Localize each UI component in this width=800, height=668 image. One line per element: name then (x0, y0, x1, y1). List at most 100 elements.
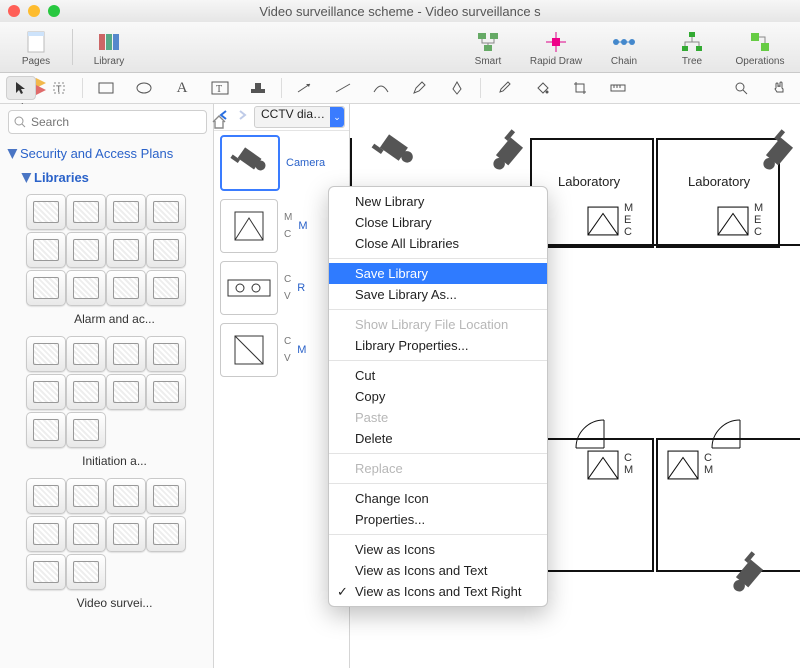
library-thumb[interactable] (106, 232, 146, 268)
library-thumb[interactable] (26, 336, 66, 372)
stencil-dropdown[interactable]: CCTV diagr...⌄ (254, 106, 345, 128)
stencil-row[interactable]: Camera (214, 131, 349, 195)
library-thumb[interactable] (146, 232, 186, 268)
operations-button[interactable]: Operations (726, 24, 794, 70)
library-thumb[interactable] (66, 478, 106, 514)
menu-item-library-properties[interactable]: Library Properties... (329, 335, 547, 356)
text-cursor-tool[interactable]: T (44, 76, 74, 100)
textbox-tool[interactable]: T (205, 76, 235, 100)
library-group[interactable]: Video survei... (0, 478, 213, 620)
library-group[interactable]: Alarm and ac... (0, 194, 213, 336)
library-group[interactable]: Initiation a... (0, 336, 213, 478)
left-sidebar: ▶Security and Access Plans ▶Libraries Al… (0, 104, 214, 668)
rect-tool[interactable] (91, 76, 121, 100)
measure-tool[interactable] (603, 76, 633, 100)
library-context-menu: New Library Close Library Close All Librar… (328, 186, 548, 607)
line-tool[interactable] (328, 76, 358, 100)
menu-item-properties[interactable]: Properties... (329, 509, 547, 530)
menu-item-close-all-libraries[interactable]: Close All Libraries (329, 233, 547, 254)
library-thumb[interactable] (66, 232, 106, 268)
stamp-tool[interactable] (243, 76, 273, 100)
chain-button[interactable]: Chain (590, 24, 658, 70)
library-thumb[interactable] (26, 270, 66, 306)
menu-item-view-as-icons[interactable]: View as Icons (329, 539, 547, 560)
library-thumb[interactable] (26, 374, 66, 410)
library-thumb[interactable] (26, 478, 66, 514)
library-thumb[interactable] (106, 194, 146, 230)
library-thumb[interactable] (146, 516, 186, 552)
library-thumb[interactable] (106, 478, 146, 514)
library-thumb[interactable] (66, 412, 106, 448)
library-thumb[interactable] (146, 194, 186, 230)
menu-item-label: Close Library (355, 215, 432, 230)
menu-item-cut[interactable]: Cut (329, 365, 547, 386)
library-thumb[interactable] (26, 516, 66, 552)
nav-fwd-button[interactable] (236, 109, 252, 125)
menu-item-view-as-icons-and-text[interactable]: View as Icons and Text (329, 560, 547, 581)
library-thumb[interactable] (146, 374, 186, 410)
stencil-multiplex[interactable] (220, 323, 278, 377)
text-tool[interactable]: A (167, 76, 197, 100)
ellipse-tool[interactable] (129, 76, 159, 100)
library-thumb[interactable] (66, 374, 106, 410)
library-thumb[interactable] (26, 232, 66, 268)
library-thumb[interactable] (26, 412, 66, 448)
pen-tool[interactable] (442, 76, 472, 100)
library-thumb[interactable] (106, 516, 146, 552)
stencil-recorder[interactable] (220, 261, 278, 315)
library-thumb[interactable] (66, 336, 106, 372)
eyedropper-tool[interactable] (489, 76, 519, 100)
zoom-window-button[interactable] (48, 5, 60, 17)
arrow-tool[interactable] (290, 76, 320, 100)
stencil-camera[interactable] (220, 135, 280, 191)
tree-libraries[interactable]: ▶Libraries (0, 168, 213, 194)
library-thumb[interactable] (66, 554, 106, 590)
menu-item-label: Properties... (355, 512, 425, 527)
tree-button[interactable]: Tree (658, 24, 726, 70)
home-button[interactable] (211, 111, 227, 133)
menu-item-new-library[interactable]: New Library (329, 191, 547, 212)
fill-tool[interactable] (527, 76, 557, 100)
library-thumb[interactable] (26, 194, 66, 230)
drawing-toolbar: T A T (0, 73, 800, 104)
menu-item-copy[interactable]: Copy (329, 386, 547, 407)
menu-item-close-library[interactable]: Close Library (329, 212, 547, 233)
toolbar-separator (72, 29, 73, 65)
smart-button[interactable]: Smart (454, 24, 522, 70)
tree-group-security[interactable]: ▶Security and Access Plans (0, 140, 213, 168)
svg-text:T: T (56, 84, 62, 94)
menu-item-view-as-icons-and-text-right[interactable]: ✓View as Icons and Text Right (329, 581, 547, 602)
zoom-tool[interactable] (726, 76, 756, 100)
library-thumb[interactable] (146, 478, 186, 514)
library-name: Initiation a... (26, 454, 203, 468)
library-thumb[interactable] (66, 270, 106, 306)
window-title: Video surveillance scheme - Video survei… (0, 4, 800, 19)
library-thumb[interactable] (146, 270, 186, 306)
library-thumb[interactable] (66, 194, 106, 230)
menu-item-save-library-as[interactable]: Save Library As... (329, 284, 547, 305)
search-input[interactable] (8, 110, 207, 134)
menu-separator (329, 258, 547, 259)
library-thumb[interactable] (106, 270, 146, 306)
menu-item-delete[interactable]: Delete (329, 428, 547, 449)
menu-item-label: New Library (355, 194, 424, 209)
library-thumb[interactable] (106, 336, 146, 372)
hand-tool[interactable] (764, 76, 794, 100)
library-thumb[interactable] (26, 554, 66, 590)
menu-item-save-library[interactable]: Save Library (329, 263, 547, 284)
library-thumb[interactable] (106, 374, 146, 410)
curve-tool[interactable] (366, 76, 396, 100)
stencil-monitor[interactable] (220, 199, 278, 253)
pencil-tool[interactable] (404, 76, 434, 100)
crop-tool[interactable] (565, 76, 595, 100)
library-thumb[interactable] (66, 516, 106, 552)
library-thumb[interactable] (146, 336, 186, 372)
pages-button[interactable]: Pages (6, 24, 66, 70)
minimize-window-button[interactable] (28, 5, 40, 17)
pointer-tool[interactable] (6, 76, 36, 100)
close-window-button[interactable] (8, 5, 20, 17)
stencil-label: Camera (286, 157, 325, 169)
menu-item-change-icon[interactable]: Change Icon (329, 488, 547, 509)
library-button[interactable]: Library (79, 24, 139, 70)
rapid-draw-button[interactable]: Rapid Draw (522, 24, 590, 70)
